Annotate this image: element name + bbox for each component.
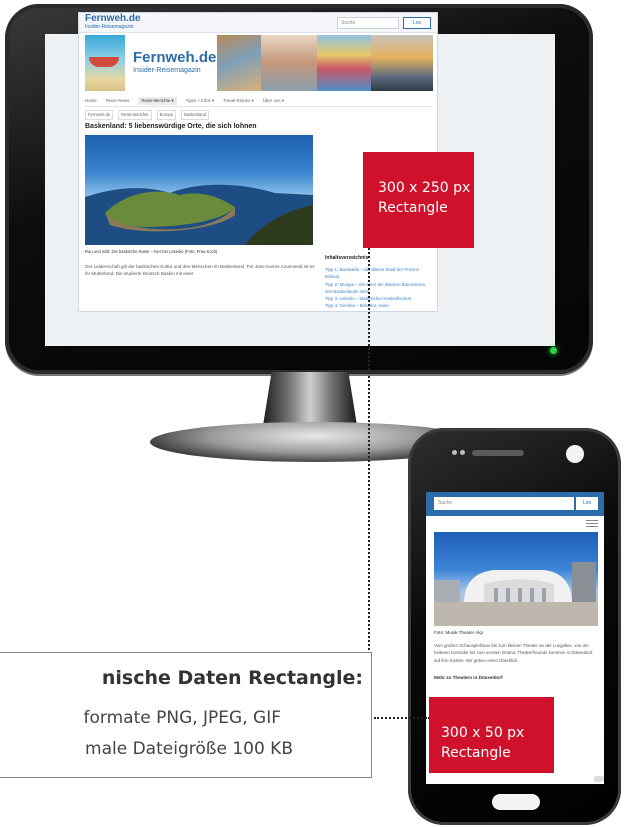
article-title: Baskenland: 5 liebenswürdige Orte, die s…	[85, 123, 257, 130]
connector-dotted-horizontal	[374, 717, 430, 719]
phone-sensor-icon	[460, 450, 465, 455]
mobile-photo-caption: Foto: Musik-Theater Akp	[434, 630, 484, 635]
banner-photo-hiker	[371, 35, 433, 91]
toc-item[interactable]: Tipp 1: Barakaldo – die älteste Stadt de…	[325, 266, 433, 281]
mobile-header: Suche Los	[426, 492, 604, 516]
article-photo-caption: Rau und wild: Die baskische Küste – hier…	[85, 249, 218, 254]
toc-item[interactable]: Tipp 2: Mungia – Wo einer der ältesten B…	[325, 281, 433, 296]
phone-sensor-icon	[452, 450, 457, 455]
search-button[interactable]: Los	[403, 17, 431, 29]
phone-home-button[interactable]	[492, 794, 540, 810]
phone-camera-icon	[566, 445, 584, 463]
connector-dotted-vertical	[368, 232, 370, 650]
ad-size-label: 300 x 50 px	[441, 725, 525, 741]
ad-type-label: Rectangle	[378, 200, 448, 216]
article-text: Der Leidenschaft gilt der baskischen Kul…	[85, 264, 315, 276]
mobile-article-text: Vom großen Schauspielhaus bis zum kleine…	[434, 643, 593, 663]
site-topbar: Fernweh.de Insider-Reisemagazin Suche Lo…	[79, 13, 437, 33]
main-nav: Home Reise-News Reise-Berichte ▾ Tipps +…	[85, 95, 433, 107]
toc-item[interactable]: Tipp 4: Gernika – Bekannt, seine	[325, 302, 433, 309]
mobile-search-input[interactable]: Suche	[434, 497, 574, 510]
banner-photo-arch	[217, 35, 261, 91]
spec-formats: formate PNG, JPEG, GIF	[83, 708, 281, 728]
site-logo: Fernweh.de	[133, 49, 217, 66]
nav-item-ueber-uns[interactable]: Über uns ▾	[263, 98, 284, 104]
nav-item-tipps-infos[interactable]: Tipps + Infos ▾	[186, 98, 215, 104]
breadcrumb-item[interactable]: Baskenland	[181, 110, 209, 120]
mobile-search-button[interactable]: Los	[576, 497, 598, 510]
nav-item-home[interactable]: Home	[85, 98, 97, 103]
ad-rectangle-300x50: 300 x 50 px Rectangle	[429, 697, 554, 773]
search-input[interactable]: Suche	[337, 17, 399, 29]
toc-list: Tipp 1: Barakaldo – die älteste Stadt de…	[325, 266, 433, 310]
breadcrumb: Fernweh.de Reise-Berichte Europa Baskenl…	[85, 110, 209, 120]
article-photo-coast	[85, 135, 313, 245]
breadcrumb-item[interactable]: Reise-Berichte	[118, 110, 152, 120]
site-logo-sub: Insider-Reisemagazin	[133, 67, 201, 74]
breadcrumb-item[interactable]: Europa	[156, 110, 177, 120]
banner-photo-friends	[261, 35, 317, 91]
nav-item-travel-stories[interactable]: Travel-Stories ▾	[223, 98, 254, 104]
toc-item[interactable]: Tipp 3: Lekeitio – Malerischer Küstenfis…	[325, 295, 433, 302]
hamburger-menu-icon[interactable]	[586, 520, 598, 528]
site-logo-small[interactable]: Fernweh.de	[85, 14, 141, 24]
ad-size-label: 300 x 250 px	[378, 180, 471, 196]
spec-max-filesize: male Dateigröße 100 KB	[85, 739, 293, 759]
ad-type-label: Rectangle	[441, 745, 511, 761]
spec-title: nische Daten Rectangle:	[101, 667, 363, 689]
nav-item-reise-berichte[interactable]: Reise-Berichte ▾	[138, 96, 177, 105]
phone-speaker	[472, 450, 524, 456]
site-banner: Fernweh.de Insider-Reisemagazin	[85, 35, 433, 91]
scroll-to-top-icon[interactable]	[594, 776, 604, 782]
ad-rectangle-300x250: 300 x 250 px Rectangle	[363, 152, 474, 248]
mobile-more-link[interactable]: Mehr zu Theatern in Düsseldorf	[434, 675, 503, 680]
breadcrumb-item[interactable]: Fernweh.de	[85, 110, 114, 120]
spec-box: nische Daten Rectangle: formate PNG, JPE…	[0, 652, 372, 778]
toc-title: Inhaltsverzeichnis	[325, 255, 369, 261]
power-led-icon	[550, 347, 557, 354]
mobile-photo-theater	[434, 532, 598, 626]
banner-photo-hammock	[85, 35, 125, 91]
site-logo-small-sub: Insider-Reisemagazin	[85, 24, 134, 30]
banner-logo-area[interactable]: Fernweh.de Insider-Reisemagazin	[127, 35, 217, 91]
nav-item-reise-news[interactable]: Reise-News	[106, 98, 130, 103]
banner-photo-houses	[317, 35, 371, 91]
